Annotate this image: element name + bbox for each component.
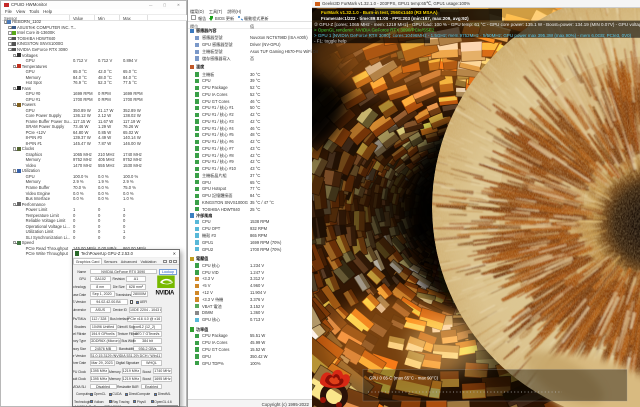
- svg-text:② GPU-Z [cores: 1065 MHz - mem: ② GPU-Z [cores: 1065 MHz - mem: 1219 MHz…: [314, 22, 640, 27]
- svg-text:Framerate:1/222 - time:89:81:0: Framerate:1/222 - time:89:81:00 - FPS:20…: [321, 16, 469, 21]
- svg-text:- F1: toggle help: - F1: toggle help: [314, 39, 347, 44]
- svg-text:GPU 0 65·C (max 65°C - max 90°: GPU 0 65·C (max 65°C - max 90°C): [369, 376, 439, 381]
- svg-text:FurMark v1.32.1.0 - Burn-in te: FurMark v1.32.1.0 - Burn-in test, 2560x1…: [321, 10, 438, 15]
- svg-text:> OpenGL renderer: NVIDIA GeFo: > OpenGL renderer: NVIDIA GeForce RTX 30…: [314, 28, 435, 33]
- svg-text:> GPU 1 [NVIDIA GeForce RTX 30: > GPU 1 [NVIDIA GeForce RTX 3090]: cores…: [314, 33, 632, 38]
- svg-text:NVIDIA: NVIDIA: [156, 291, 176, 297]
